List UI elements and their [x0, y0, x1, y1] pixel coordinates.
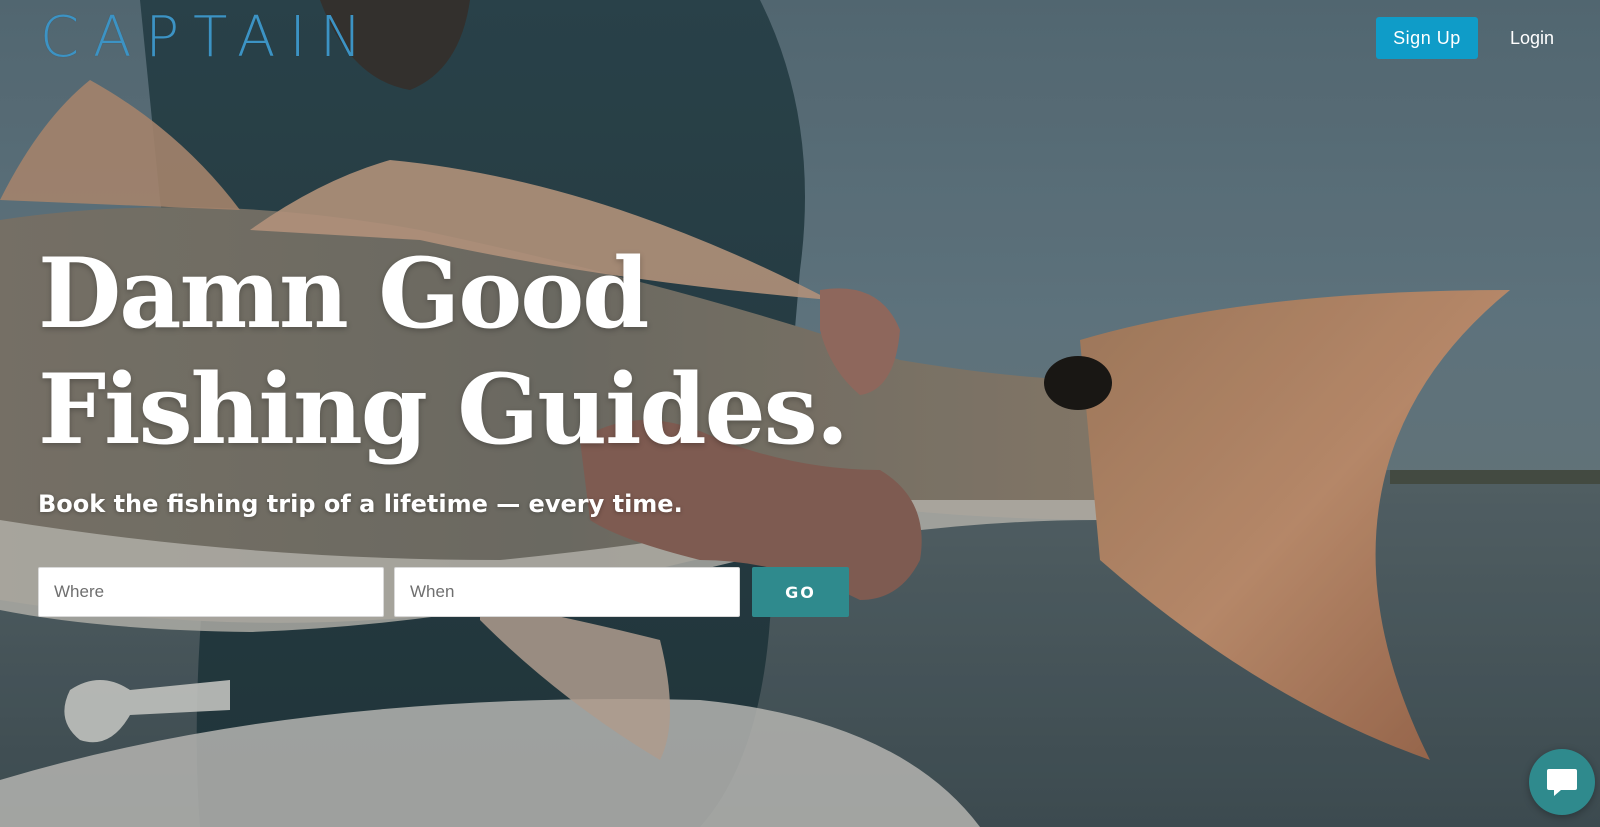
go-button[interactable]: GO: [752, 567, 849, 617]
hero-headline: Damn Good Fishing Guides.: [38, 236, 849, 468]
sign-up-button[interactable]: Sign Up: [1375, 17, 1478, 59]
when-input[interactable]: [394, 567, 740, 617]
chat-bubble-icon: [1547, 769, 1577, 796]
search-form: GO: [38, 567, 849, 617]
chat-button[interactable]: [1529, 749, 1595, 815]
where-input[interactable]: [38, 567, 384, 617]
hero-section: CAPTAIN Sign Up Login Damn Good Fishing …: [0, 0, 1600, 827]
login-button[interactable]: Login: [1504, 28, 1560, 49]
headline-line-2: Fishing Guides.: [38, 353, 849, 466]
headline-line-1: Damn Good: [38, 237, 649, 350]
logo[interactable]: CAPTAIN: [40, 10, 376, 66]
hero-subheadline: Book the fishing trip of a lifetime — ev…: [38, 490, 683, 518]
top-nav: Sign Up Login: [1375, 17, 1560, 59]
